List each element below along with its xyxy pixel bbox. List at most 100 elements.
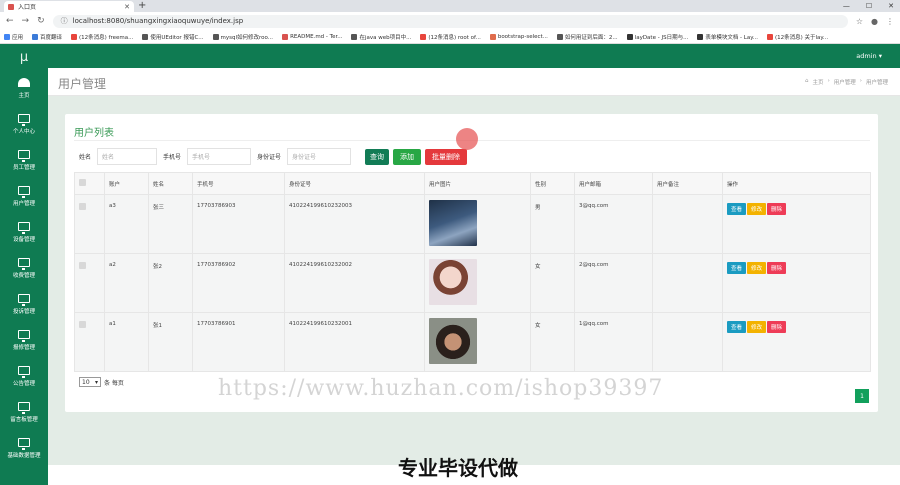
close-tab-icon[interactable]: ✕: [124, 3, 130, 11]
column-header: 操作: [722, 172, 871, 195]
new-tab-button[interactable]: +: [138, 0, 146, 12]
cursor-highlight: [456, 128, 478, 150]
monitor-icon: [18, 329, 30, 342]
dashboard-icon: [18, 77, 30, 87]
bookmark-item[interactable]: 表单模块文档 - Lay...: [697, 33, 758, 41]
breadcrumb-section[interactable]: 用户管理: [834, 78, 856, 86]
sidebar-item-label: 基础数据管理: [7, 452, 41, 459]
profile-icon[interactable]: ●: [871, 17, 878, 26]
maximize-icon[interactable]: ☐: [866, 0, 872, 12]
page-number-button[interactable]: 1: [855, 389, 869, 403]
bookmark-item[interactable]: (12条消息) freema...: [71, 33, 133, 41]
edit-button[interactable]: 修改: [747, 262, 767, 274]
page-header: 用户管理 ⌂ 主页 › 用户管理 › 用户管理: [48, 68, 900, 96]
browser-tab[interactable]: 入口页 ✕: [4, 1, 134, 12]
bookmark-item[interactable]: 使用UEditor 报错C...: [142, 33, 204, 41]
info-icon: ⓘ: [60, 17, 68, 25]
sidebar-item-label: 收费管理: [12, 272, 35, 279]
sidebar-item[interactable]: 员工管理: [0, 142, 48, 178]
row-checkbox[interactable]: [79, 321, 86, 328]
table-row: a1 张1 17703786901 410224199610232001 女 1@qq.c…: [74, 312, 871, 372]
sidebar-item[interactable]: 公告管理: [0, 358, 48, 394]
add-button[interactable]: 添加: [393, 148, 422, 165]
bookmark-item[interactable]: 百度翻译: [32, 33, 62, 41]
cell-note: [652, 312, 723, 372]
breadcrumb: ⌂ 主页 › 用户管理 › 用户管理: [805, 78, 888, 86]
sidebar-item[interactable]: 用户管理: [0, 178, 48, 214]
bookmark-item[interactable]: README.md - Ter...: [282, 33, 342, 40]
bookmark-icon: [282, 33, 289, 40]
bookmark-icon: [71, 33, 78, 40]
row-checkbox[interactable]: [79, 203, 86, 210]
id-label: 身份证号: [257, 154, 282, 161]
view-button[interactable]: 查看: [727, 203, 747, 215]
bookmark-item[interactable]: mysql如何修改roo...: [212, 33, 273, 41]
bookmark-item[interactable]: 在java web项目中...: [351, 33, 411, 41]
reload-icon[interactable]: ↻: [37, 16, 45, 26]
sidebar-item-label: 投诉管理: [12, 308, 35, 315]
cell-id: 410224199610232001: [284, 312, 425, 372]
cell-id: 410224199610232003: [284, 194, 425, 254]
sidebar-item[interactable]: 收费管理: [0, 250, 48, 286]
bookmark-icon: [420, 33, 427, 40]
bookmark-star-icon[interactable]: ☆: [856, 17, 863, 26]
edit-button[interactable]: 修改: [747, 203, 767, 215]
delete-button[interactable]: 删除: [767, 321, 787, 333]
sidebar-item[interactable]: 个人中心: [0, 106, 48, 142]
id-input[interactable]: 身份证号: [287, 148, 352, 165]
sidebar-item[interactable]: 基础数据管理: [0, 430, 48, 466]
delete-button[interactable]: 删除: [767, 203, 787, 215]
view-button[interactable]: 查看: [727, 321, 747, 333]
sidebar-item[interactable]: 投诉管理: [0, 286, 48, 322]
sidebar-item[interactable]: 报修管理: [0, 322, 48, 358]
bookmark-item[interactable]: 如何用证到后面：2...: [556, 33, 618, 41]
table-row: a3 张三 17703786903 410224199610232003 男 3@qq.c…: [74, 194, 871, 254]
bookmark-item[interactable]: (12条消息) 关于lay...: [766, 33, 828, 41]
sidebar-item[interactable]: 主页: [0, 70, 48, 106]
menu-icon[interactable]: ⋮: [886, 17, 894, 26]
caption-text: 专业毕设代做: [398, 456, 518, 480]
search-button[interactable]: 查询: [365, 148, 390, 165]
monitor-icon: [18, 293, 30, 306]
bookmark-item[interactable]: layDate - JS日期与...: [626, 33, 688, 41]
view-button[interactable]: 查看: [727, 262, 747, 274]
breadcrumb-separator: ›: [859, 78, 862, 84]
breadcrumb-home[interactable]: 主页: [813, 78, 824, 86]
monitor-icon: [18, 185, 30, 198]
minimize-icon[interactable]: —: [843, 0, 850, 12]
url-input[interactable]: ⓘ localhost:8080/shuangxingxiaoquwuye/in…: [52, 14, 848, 28]
bookmarks-bar: 应用 百度翻译 (12条消息) freema... 使用UEditor 报错C... m…: [0, 30, 900, 44]
bookmark-icon: [697, 33, 704, 40]
sidebar-item-label: 用户管理: [12, 200, 35, 207]
edit-button[interactable]: 修改: [747, 321, 767, 333]
select-all-checkbox[interactable]: [79, 179, 86, 186]
name-input[interactable]: 姓名: [97, 148, 158, 165]
bookmark-icon: [626, 33, 633, 40]
batch-delete-button[interactable]: 批量删除: [425, 148, 468, 165]
bookmark-icon: [32, 33, 39, 40]
user-photo: [429, 318, 477, 364]
select-all-header[interactable]: [74, 172, 105, 195]
forward-icon[interactable]: →: [22, 16, 30, 26]
monitor-icon: [18, 221, 30, 234]
close-window-icon[interactable]: ✕: [888, 0, 894, 12]
monitor-icon: [18, 257, 30, 270]
row-checkbox[interactable]: [79, 262, 86, 269]
cell-gender: 女: [530, 312, 575, 372]
top-navbar: admin ▾: [48, 44, 900, 68]
back-icon[interactable]: ←: [6, 16, 14, 26]
bookmark-item[interactable]: 应用: [4, 33, 23, 41]
phone-input[interactable]: 手机号: [187, 148, 252, 165]
bookmark-item[interactable]: (12条消息) root of...: [420, 33, 481, 41]
cell-name: 张2: [148, 253, 193, 313]
sidebar-item[interactable]: 留言板管理: [0, 394, 48, 430]
bookmark-item[interactable]: bootstrap-select...: [489, 33, 548, 40]
user-menu[interactable]: admin ▾: [856, 52, 882, 60]
page-size-select[interactable]: 10 ▾: [79, 377, 101, 387]
cell-gender: 男: [530, 194, 575, 254]
cell-account: a1: [104, 312, 149, 372]
filter-bar: 姓名 姓名 手机号 手机号 身份证号 身份证号 查询 添加 批量删除: [79, 148, 471, 165]
cell-name: 张三: [148, 194, 193, 254]
sidebar-item[interactable]: 设备管理: [0, 214, 48, 250]
delete-button[interactable]: 删除: [767, 262, 787, 274]
